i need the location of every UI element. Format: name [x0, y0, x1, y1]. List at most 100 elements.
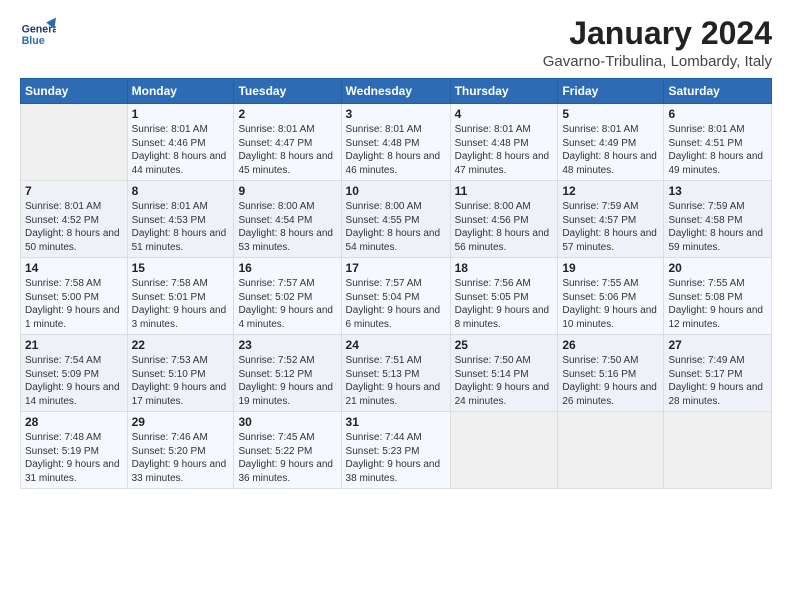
day-cell: 4 Sunrise: 8:01 AMSunset: 4:48 PMDaylight… — [450, 104, 558, 181]
weekday-header-wednesday: Wednesday — [341, 79, 450, 104]
month-title: January 2024 — [543, 16, 772, 51]
day-cell: 14 Sunrise: 7:58 AMSunset: 5:00 PMDayligh… — [21, 258, 128, 335]
day-cell: 24 Sunrise: 7:51 AMSunset: 5:13 PMDayligh… — [341, 335, 450, 412]
day-cell: 5 Sunrise: 8:01 AMSunset: 4:49 PMDaylight… — [558, 104, 664, 181]
day-cell: 28 Sunrise: 7:48 AMSunset: 5:19 PMDayligh… — [21, 412, 128, 489]
day-detail: Sunrise: 7:59 AMSunset: 4:57 PMDaylight:… — [562, 200, 659, 254]
day-cell: 11 Sunrise: 8:00 AMSunset: 4:56 PMDayligh… — [450, 181, 558, 258]
day-number: 9 — [238, 184, 336, 198]
day-number: 24 — [346, 338, 446, 352]
weekday-header-row: SundayMondayTuesdayWednesdayThursdayFrid… — [21, 79, 772, 104]
weekday-header-tuesday: Tuesday — [234, 79, 341, 104]
day-cell: 25 Sunrise: 7:50 AMSunset: 5:14 PMDayligh… — [450, 335, 558, 412]
calendar-page: General Blue January 2024 Gavarno-Tribul… — [0, 0, 792, 612]
day-detail: Sunrise: 8:01 AMSunset: 4:48 PMDaylight:… — [455, 123, 554, 177]
day-number: 26 — [562, 338, 659, 352]
day-cell: 26 Sunrise: 7:50 AMSunset: 5:16 PMDayligh… — [558, 335, 664, 412]
day-number: 11 — [455, 184, 554, 198]
day-detail: Sunrise: 7:55 AMSunset: 5:06 PMDaylight:… — [562, 277, 659, 331]
day-detail: Sunrise: 8:01 AMSunset: 4:53 PMDaylight:… — [132, 200, 230, 254]
day-number: 28 — [25, 415, 123, 429]
logo-icon: General Blue — [20, 16, 56, 52]
logo: General Blue — [20, 16, 56, 52]
day-cell: 13Sunrise: 7:59 AMSunset: 4:58 PMDayligh… — [664, 181, 772, 258]
day-number: 14 — [25, 261, 123, 275]
day-cell: 19 Sunrise: 7:55 AMSunset: 5:06 PMDayligh… — [558, 258, 664, 335]
day-number: 2 — [238, 107, 336, 121]
location-title: Gavarno-Tribulina, Lombardy, Italy — [543, 53, 772, 70]
weekday-header-saturday: Saturday — [664, 79, 772, 104]
day-detail: Sunrise: 8:01 AMSunset: 4:51 PMDaylight:… — [668, 123, 767, 177]
day-detail: Sunrise: 7:57 AMSunset: 5:04 PMDaylight:… — [346, 277, 446, 331]
week-row-2: 7 Sunrise: 8:01 AMSunset: 4:52 PMDaylight… — [21, 181, 772, 258]
day-cell: 15Sunrise: 7:58 AMSunset: 5:01 PMDayligh… — [127, 258, 234, 335]
day-detail: Sunrise: 7:54 AMSunset: 5:09 PMDaylight:… — [25, 354, 123, 408]
day-cell: 1 Sunrise: 8:01 AMSunset: 4:46 PMDaylight… — [127, 104, 234, 181]
day-detail: Sunrise: 8:01 AMSunset: 4:47 PMDaylight:… — [238, 123, 336, 177]
day-number: 16 — [238, 261, 336, 275]
day-cell: 17 Sunrise: 7:57 AMSunset: 5:04 PMDayligh… — [341, 258, 450, 335]
day-number: 19 — [562, 261, 659, 275]
day-detail: Sunrise: 7:58 AMSunset: 5:00 PMDaylight:… — [25, 277, 123, 331]
day-detail: Sunrise: 7:49 AMSunset: 5:17 PMDaylight:… — [668, 354, 767, 408]
day-number: 4 — [455, 107, 554, 121]
day-detail: Sunrise: 8:01 AMSunset: 4:48 PMDaylight:… — [346, 123, 446, 177]
day-detail: Sunrise: 7:56 AMSunset: 5:05 PMDaylight:… — [455, 277, 554, 331]
day-detail: Sunrise: 7:57 AMSunset: 5:02 PMDaylight:… — [238, 277, 336, 331]
calendar-table: SundayMondayTuesdayWednesdayThursdayFrid… — [20, 78, 772, 489]
day-cell — [664, 412, 772, 489]
weekday-header-thursday: Thursday — [450, 79, 558, 104]
day-cell — [450, 412, 558, 489]
day-number: 10 — [346, 184, 446, 198]
day-number: 30 — [238, 415, 336, 429]
weekday-header-friday: Friday — [558, 79, 664, 104]
day-number: 7 — [25, 184, 123, 198]
weekday-header-monday: Monday — [127, 79, 234, 104]
day-cell: 31Sunrise: 7:44 AMSunset: 5:23 PMDayligh… — [341, 412, 450, 489]
day-detail: Sunrise: 7:55 AMSunset: 5:08 PMDaylight:… — [668, 277, 767, 331]
day-number: 13 — [668, 184, 767, 198]
day-number: 17 — [346, 261, 446, 275]
day-number: 27 — [668, 338, 767, 352]
day-number: 3 — [346, 107, 446, 121]
header: General Blue January 2024 Gavarno-Tribul… — [20, 16, 772, 70]
day-cell: 27 Sunrise: 7:49 AMSunset: 5:17 PMDayligh… — [664, 335, 772, 412]
day-detail: Sunrise: 8:00 AMSunset: 4:54 PMDaylight:… — [238, 200, 336, 254]
day-cell — [21, 104, 128, 181]
day-cell: 12 Sunrise: 7:59 AMSunset: 4:57 PMDayligh… — [558, 181, 664, 258]
day-detail: Sunrise: 7:48 AMSunset: 5:19 PMDaylight:… — [25, 431, 123, 485]
day-number: 29 — [132, 415, 230, 429]
day-cell: 16 Sunrise: 7:57 AMSunset: 5:02 PMDayligh… — [234, 258, 341, 335]
day-cell: 9 Sunrise: 8:00 AMSunset: 4:54 PMDaylight… — [234, 181, 341, 258]
day-detail: Sunrise: 8:01 AMSunset: 4:46 PMDaylight:… — [132, 123, 230, 177]
day-cell: 7 Sunrise: 8:01 AMSunset: 4:52 PMDaylight… — [21, 181, 128, 258]
day-cell: 22 Sunrise: 7:53 AMSunset: 5:10 PMDayligh… — [127, 335, 234, 412]
day-number: 8 — [132, 184, 230, 198]
day-detail: Sunrise: 7:51 AMSunset: 5:13 PMDaylight:… — [346, 354, 446, 408]
week-row-3: 14 Sunrise: 7:58 AMSunset: 5:00 PMDayligh… — [21, 258, 772, 335]
day-number: 12 — [562, 184, 659, 198]
day-number: 5 — [562, 107, 659, 121]
day-detail: Sunrise: 7:50 AMSunset: 5:14 PMDaylight:… — [455, 354, 554, 408]
day-detail: Sunrise: 8:00 AMSunset: 4:55 PMDaylight:… — [346, 200, 446, 254]
day-detail: Sunrise: 8:00 AMSunset: 4:56 PMDaylight:… — [455, 200, 554, 254]
day-cell: 18 Sunrise: 7:56 AMSunset: 5:05 PMDayligh… — [450, 258, 558, 335]
day-detail: Sunrise: 7:44 AMSunset: 5:23 PMDaylight:… — [346, 431, 446, 485]
day-number: 22 — [132, 338, 230, 352]
week-row-5: 28 Sunrise: 7:48 AMSunset: 5:19 PMDayligh… — [21, 412, 772, 489]
day-number: 23 — [238, 338, 336, 352]
day-detail: Sunrise: 7:52 AMSunset: 5:12 PMDaylight:… — [238, 354, 336, 408]
day-cell: 8 Sunrise: 8:01 AMSunset: 4:53 PMDaylight… — [127, 181, 234, 258]
day-number: 25 — [455, 338, 554, 352]
day-detail: Sunrise: 8:01 AMSunset: 4:49 PMDaylight:… — [562, 123, 659, 177]
day-detail: Sunrise: 7:53 AMSunset: 5:10 PMDaylight:… — [132, 354, 230, 408]
day-detail: Sunrise: 7:50 AMSunset: 5:16 PMDaylight:… — [562, 354, 659, 408]
day-detail: Sunrise: 7:45 AMSunset: 5:22 PMDaylight:… — [238, 431, 336, 485]
day-number: 1 — [132, 107, 230, 121]
day-detail: Sunrise: 8:01 AMSunset: 4:52 PMDaylight:… — [25, 200, 123, 254]
day-number: 20 — [668, 261, 767, 275]
day-number: 18 — [455, 261, 554, 275]
day-number: 15 — [132, 261, 230, 275]
day-cell: 21Sunrise: 7:54 AMSunset: 5:09 PMDayligh… — [21, 335, 128, 412]
title-block: January 2024 Gavarno-Tribulina, Lombardy… — [543, 16, 772, 70]
